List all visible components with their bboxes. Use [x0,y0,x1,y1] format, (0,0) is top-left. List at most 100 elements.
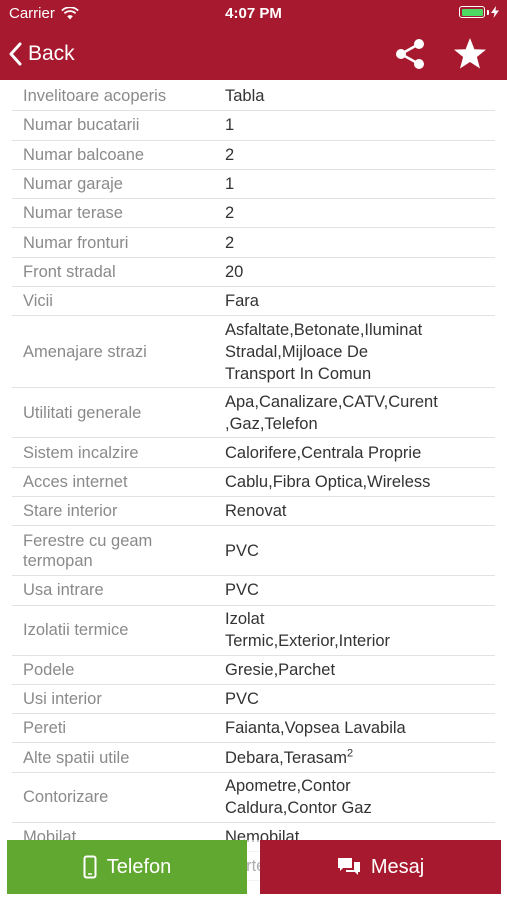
detail-value: Cablu,Fibra Optica,Wireless [225,471,485,493]
detail-value: Tabla [225,85,485,107]
detail-value: Calorifere,Centrala Proprie [225,442,485,464]
detail-label: Numar terase [23,204,123,223]
detail-row: Podele Gresie,Parchet [12,656,495,685]
detail-row: Amenajare strazi Asfaltate,Betonate,Ilumi… [12,316,495,389]
detail-label: Numar fronturi [23,233,129,252]
detail-value-text: 2 [225,204,235,223]
message-button[interactable]: Mesaj [260,840,501,894]
detail-label: Utilitati generale [23,403,142,422]
detail-label: Vicii [23,292,53,311]
top-bar: Carrier 4:07 PM Back [0,0,507,80]
detail-value: Apa,Canalizare,CATV,Curent ,Gaz,Telefon [225,391,485,435]
detail-row: Contorizare Apometre,Contor Caldura,Conto… [12,773,495,823]
battery-icon [459,6,499,18]
detail-label: Usi interior [23,690,102,708]
back-label: Back [28,42,75,65]
detail-row: Izolatii termice Izolat Termic,Exterior,I… [12,606,495,656]
detail-value-text: 1 [225,116,235,135]
phone-icon [83,855,97,879]
phone-button-label: Telefon [106,855,172,878]
property-details-list: Invelitoare acoperis Tabla Numar bucatarii… [0,82,507,882]
detail-value: PVC [225,540,485,562]
share-icon[interactable] [392,36,428,72]
detail-label: Numar bucatarii [23,116,140,135]
detail-row: Numar balcoane 2 [12,141,495,170]
detail-label: Numar garaje [23,175,123,194]
detail-value-text: Renovat [225,502,287,521]
detail-label: Izolatii termice [23,621,129,640]
detail-value-text: PVC [225,581,259,600]
detail-row: Front stradal 20 [12,258,495,288]
detail-value-text: 2 [225,145,235,164]
detail-value: 2 [225,202,485,224]
detail-row: Numar terase 2 [12,199,495,229]
detail-value-text: 1 [225,175,235,194]
detail-value-text: Fara [225,292,259,311]
detail-label: Alte spatii utile [23,748,130,767]
chat-bubbles-icon [337,858,360,875]
button-divider [247,840,260,900]
detail-label: Contorizare [23,788,109,807]
detail-row: Usa intrare PVC [12,576,495,606]
detail-value: Gresie,Parchet [225,659,485,681]
detail-value-text: Tabla [225,87,265,106]
navigation-bar: Back [0,28,507,80]
detail-label: Front stradal [23,262,116,281]
detail-value-text: Cablu,Fibra Optica,Wireless [225,472,431,491]
detail-row: Alte spatii utile Debara,Terasam2 [12,743,495,773]
favorite-star-icon[interactable] [452,36,488,72]
detail-label: Usa intrare [23,581,104,600]
detail-value: PVC [225,579,485,601]
detail-value-text: Gresie,Parchet [225,660,336,679]
detail-row: Vicii Fara [12,287,495,317]
detail-label: Amenajare strazi [23,342,147,361]
status-bar: Carrier 4:07 PM [0,0,507,28]
detail-row: Numar garaje 1 [12,170,495,200]
detail-value-text: Faianta,Vopsea Lavabila [225,719,406,738]
detail-value-text: PVC [225,690,259,708]
detail-value: PVC [225,688,485,710]
detail-row: Numar bucatarii 1 [12,111,495,141]
detail-label: Podele [23,660,75,679]
detail-label: Numar balcoane [23,145,145,164]
detail-row: Utilitati generale Apa,Canalizare,CATV,Cu… [12,388,495,439]
detail-value: Faianta,Vopsea Lavabila [225,717,485,739]
detail-value-text: 20 [225,262,244,281]
detail-row: Numar fronturi 2 [12,228,495,258]
detail-label: Sistem incalzire [23,443,139,462]
detail-value-text: Asfaltate,Betonate,Iluminat Stradal,Mijl… [225,320,423,383]
detail-row: Usi interior PVC [12,685,495,715]
detail-value: Renovat [225,500,485,522]
status-time: 4:07 PM [225,5,282,22]
detail-value: 2 [225,232,485,254]
detail-row: Ferestre cu geam termopan PVC [12,526,495,577]
phone-button[interactable]: Telefon [7,840,247,894]
detail-value-text: PVC [225,541,259,560]
detail-value: Izolat Termic,Exterior,Interior [225,608,485,652]
detail-label: Acces internet [23,472,128,491]
detail-value: 20 [225,261,485,283]
detail-value: 1 [225,114,485,136]
detail-value-text: Apometre,Contor Caldura,Contor Gaz [225,777,372,818]
detail-row: Acces internet Cablu,Fibra Optica,Wireles… [12,468,495,497]
detail-label: Pereti [23,719,67,738]
detail-label: Stare interior [23,502,118,521]
detail-row: Invelitoare acoperis Tabla [12,82,495,112]
message-button-label: Mesaj [370,855,425,878]
detail-value-text: Calorifere,Centrala Proprie [225,443,422,462]
chevron-left-icon [9,42,22,66]
detail-value-text: 2 [225,233,235,252]
detail-value: Fara [225,290,485,312]
back-button[interactable]: Back [8,36,75,72]
detail-label: Ferestre cu geam termopan [23,531,153,570]
detail-value: Debara,Terasam2 [225,747,485,769]
bottom-action-bar: Telefon Mesaj [0,840,507,900]
detail-label: Invelitoare acoperis [23,87,167,106]
detail-row: Sistem incalzire Calorifere,Centrala Prop… [12,438,495,468]
detail-row: Stare interior Renovat [12,497,495,527]
detail-value-text: Apa,Canalizare,CATV,Curent ,Gaz,Telefon [225,392,438,433]
superscript: 2 [346,747,354,760]
detail-value: Asfaltate,Betonate,Iluminat Stradal,Mijl… [225,319,485,385]
detail-value: 1 [225,173,485,195]
charging-bolt-icon [491,6,499,18]
